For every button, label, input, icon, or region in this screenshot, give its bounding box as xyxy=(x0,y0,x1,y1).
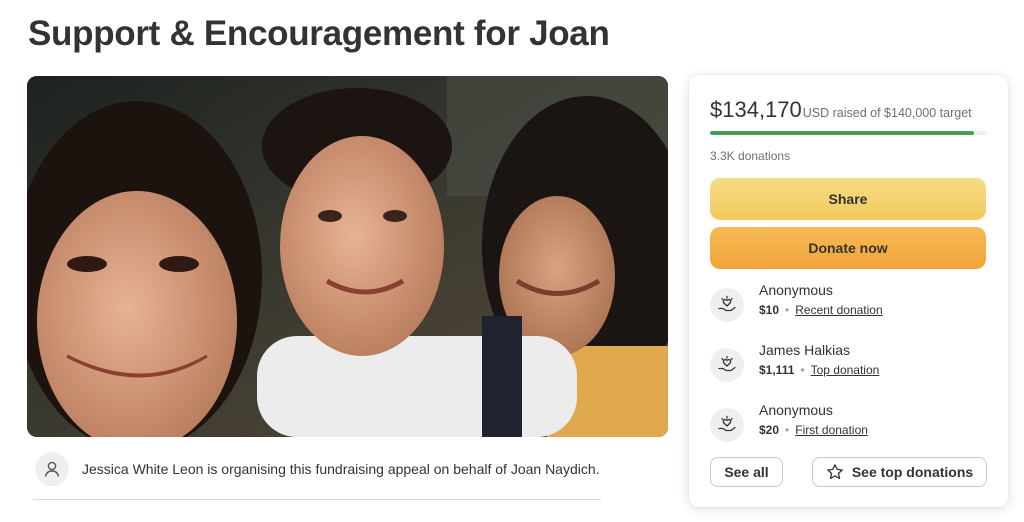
three-people-selfie-photo xyxy=(27,76,668,437)
separator-dot: • xyxy=(785,423,790,437)
heart-hand-icon xyxy=(710,348,744,382)
raised-amount: $134,170 xyxy=(710,97,802,122)
donate-now-button[interactable]: Donate now xyxy=(710,227,986,269)
donation-tag-link[interactable]: Top donation xyxy=(811,363,880,377)
person-icon xyxy=(44,461,60,477)
donation-amount: $10 xyxy=(759,303,780,317)
donation-summary-card: $134,170USD raised of $140,000 target 3.… xyxy=(689,75,1008,507)
donation-item: James Halkias $1,111 • Top donation xyxy=(710,342,986,386)
donor-name: Anonymous xyxy=(759,282,833,298)
organiser-text: Jessica White Leon is organising this fu… xyxy=(82,461,600,477)
donation-item: Anonymous $20 • First donation xyxy=(710,402,986,446)
page-title: Support & Encouragement for Joan xyxy=(28,14,610,53)
donation-tag-link[interactable]: Recent donation xyxy=(795,303,882,317)
progress-fill xyxy=(710,131,975,135)
heart-hand-icon xyxy=(710,288,744,322)
heart-hand-icon xyxy=(710,408,744,442)
donor-name: James Halkias xyxy=(759,342,851,358)
progress-bar xyxy=(710,131,986,135)
donor-name: Anonymous xyxy=(759,402,833,418)
donation-item: Anonymous $10 • Recent donation xyxy=(710,282,986,326)
raised-summary: $134,170USD raised of $140,000 target xyxy=(710,97,972,123)
organiser-row: Jessica White Leon is organising this fu… xyxy=(33,450,601,500)
share-button[interactable]: Share xyxy=(710,178,986,220)
user-avatar-icon xyxy=(35,452,69,486)
star-icon xyxy=(826,463,844,481)
donations-count: 3.3K donations xyxy=(710,149,791,163)
hero-photo xyxy=(27,76,668,437)
see-top-donations-label: See top donations xyxy=(851,464,974,480)
donation-tag-link[interactable]: First donation xyxy=(795,423,868,437)
donation-amount: $1,111 xyxy=(759,363,795,377)
raised-target-text: USD raised of $140,000 target xyxy=(802,106,972,120)
donation-amount: $20 xyxy=(759,423,780,437)
separator-dot: • xyxy=(800,363,805,377)
see-all-button[interactable]: See all xyxy=(710,457,783,487)
see-top-donations-button[interactable]: See top donations xyxy=(812,457,987,487)
separator-dot: • xyxy=(785,303,790,317)
